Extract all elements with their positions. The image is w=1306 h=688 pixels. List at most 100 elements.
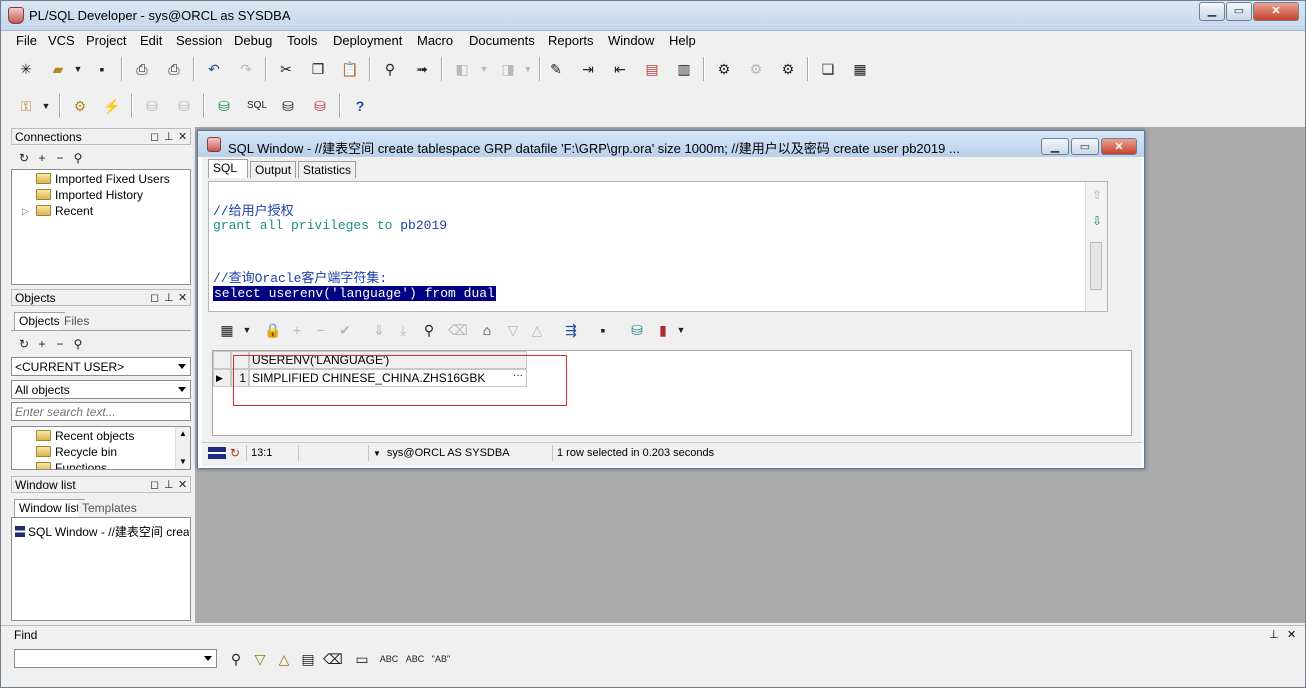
tree-item-recycle-bin[interactable]: Recycle bin — [36, 445, 117, 459]
find-next-icon[interactable]: ▽ — [251, 650, 269, 668]
indent-icon[interactable]: ⇥ — [579, 60, 597, 78]
chart-icon[interactable]: ▮ — [654, 321, 672, 339]
float-icon[interactable]: ◻ — [150, 291, 159, 304]
print-preview-icon[interactable]: ⎙ — [165, 60, 183, 78]
back-icon[interactable]: ◧ — [453, 60, 471, 78]
close-icon[interactable]: ✕ — [178, 478, 187, 491]
scroll-down-arrow-icon[interactable]: ⇩ — [1092, 214, 1102, 228]
tree-item-recent[interactable]: Recent — [36, 204, 93, 218]
tab-window-list[interactable]: Window list — [14, 499, 85, 518]
forward-dropdown-icon[interactable]: ▼ — [519, 60, 537, 78]
close-icon[interactable]: ✕ — [1287, 628, 1296, 641]
tab-objects[interactable]: Objects — [14, 312, 65, 331]
delete-row-icon[interactable]: − — [312, 321, 330, 339]
forward-icon[interactable]: ◨ — [499, 60, 517, 78]
menu-documents[interactable]: Documents — [469, 33, 535, 48]
sql-window-icon[interactable]: SQL — [247, 97, 267, 115]
float-icon[interactable]: ◻ — [150, 478, 159, 491]
pin-icon[interactable]: ⊥ — [1269, 628, 1279, 641]
menu-project[interactable]: Project — [86, 33, 126, 48]
find-input[interactable] — [14, 649, 217, 668]
new-icon[interactable]: ✳ — [17, 60, 35, 78]
pin-icon[interactable]: ⊥ — [164, 291, 174, 304]
find-icon[interactable]: ⚲ — [381, 60, 399, 78]
rollback-icon[interactable]: ⛁ — [175, 97, 193, 115]
regex-icon[interactable]: "AB" — [429, 650, 453, 668]
refresh-icon[interactable]: ↻ — [15, 335, 33, 353]
find-binoculars-icon[interactable]: ⚲ — [227, 650, 245, 668]
tree-item-imported-history[interactable]: Imported History — [36, 188, 143, 202]
next-page-icon[interactable]: ⇓ — [370, 321, 388, 339]
sort-asc-icon[interactable]: △ — [528, 321, 546, 339]
open-folder-icon[interactable]: ▰ — [49, 60, 67, 78]
find-next-icon[interactable]: ➟ — [413, 60, 431, 78]
unindent-icon[interactable]: ⇤ — [611, 60, 629, 78]
menu-edit[interactable]: Edit — [140, 33, 162, 48]
sort-desc-icon[interactable]: ▽ — [504, 321, 522, 339]
current-user-select[interactable]: <CURRENT USER> — [11, 357, 191, 376]
menu-reports[interactable]: Reports — [548, 33, 594, 48]
tab-files[interactable]: Files — [60, 313, 94, 330]
scroll-thumb[interactable] — [1090, 242, 1102, 290]
menu-window[interactable]: Window — [608, 33, 654, 48]
redo-icon[interactable]: ↷ — [237, 60, 255, 78]
find-previous-icon[interactable]: △ — [275, 650, 293, 668]
last-page-icon[interactable]: ⤓ — [394, 321, 412, 339]
remove-icon[interactable]: − — [51, 335, 69, 353]
edit-icon[interactable]: ✎ — [547, 60, 565, 78]
selection-only-icon[interactable]: ▭ — [353, 650, 371, 668]
db-stop-icon[interactable]: ⛁ — [311, 97, 329, 115]
menu-file[interactable]: File — [16, 33, 37, 48]
menu-session[interactable]: Session — [176, 33, 222, 48]
sql-window-minimize-button[interactable]: ▁ — [1041, 138, 1069, 155]
window-list-item[interactable]: SQL Window - //建表空间 create — [15, 523, 189, 540]
sql-window-restore-button[interactable]: ▭ — [1071, 138, 1099, 155]
title-bar[interactable]: PL/SQL Developer - sys@ORCL as SYSDBA ▁ … — [1, 1, 1305, 31]
pin-icon[interactable]: ⊥ — [164, 130, 174, 143]
menu-vcs[interactable]: VCS — [48, 33, 75, 48]
match-case-icon[interactable]: ABC — [377, 650, 401, 668]
post-icon[interactable]: ✔ — [336, 321, 354, 339]
restore-button[interactable]: ▭ — [1226, 2, 1252, 21]
scroll-up-icon[interactable]: ▲ — [179, 429, 187, 438]
highlight-all-icon[interactable]: ▤ — [299, 650, 317, 668]
add-icon[interactable]: + — [33, 335, 51, 353]
command-window-icon[interactable]: ⛁ — [279, 97, 297, 115]
save-icon[interactable]: ▪ — [93, 60, 111, 78]
grid-dropdown-icon[interactable]: ▼ — [238, 321, 256, 339]
break-icon[interactable]: ⚡ — [103, 97, 121, 115]
find-icon[interactable]: ⚲ — [420, 321, 438, 339]
tab-templates[interactable]: Templates — [78, 500, 141, 517]
pin-icon[interactable]: ⊥ — [164, 478, 174, 491]
add-row-icon[interactable]: + — [288, 321, 306, 339]
db-icon[interactable]: ⛁ — [215, 97, 233, 115]
refresh-icon[interactable]: ↻ — [15, 149, 33, 167]
filter-icon[interactable]: ⚲ — [69, 149, 87, 167]
tree-scrollbar[interactable]: ▲ ▼ — [175, 427, 190, 469]
tree-item-recent-objects[interactable]: Recent objects — [36, 429, 134, 443]
tree-item-imported-fixed-users[interactable]: Imported Fixed Users — [36, 172, 170, 186]
scroll-up-arrow-icon[interactable]: ⇧ — [1092, 188, 1102, 202]
close-button[interactable]: ✕ — [1253, 2, 1299, 21]
sql-format-dis-icon[interactable]: ⚙ — [747, 60, 765, 78]
close-icon[interactable]: ✕ — [178, 130, 187, 143]
uncomment-icon[interactable]: ▥ — [675, 60, 693, 78]
remove-icon[interactable]: − — [51, 149, 69, 167]
comment-icon[interactable]: ▤ — [643, 60, 661, 78]
lock-icon[interactable]: 🔒 — [264, 321, 282, 339]
close-icon[interactable]: ✕ — [178, 291, 187, 304]
sql-editor[interactable]: //给用户授权 grant all privileges to pb2019 /… — [208, 181, 1108, 312]
logon-dropdown-icon[interactable]: ▼ — [37, 97, 55, 115]
object-search-input[interactable] — [11, 402, 191, 421]
undo-icon[interactable]: ↶ — [205, 60, 223, 78]
menu-help[interactable]: Help — [669, 33, 696, 48]
sql-format-icon[interactable]: ⚙ — [715, 60, 733, 78]
cut-icon[interactable]: ✂ — [277, 60, 295, 78]
export-icon[interactable]: ⛁ — [628, 321, 646, 339]
tab-sql[interactable]: SQL — [208, 159, 248, 178]
tree-item-functions[interactable]: Functions — [36, 461, 107, 469]
sql-window-close-button[interactable]: ✕ — [1101, 138, 1137, 155]
execute-gear-icon[interactable]: ⚙ — [71, 97, 89, 115]
clear-icon[interactable]: ⌫ — [448, 321, 468, 339]
menu-macro[interactable]: Macro — [417, 33, 453, 48]
